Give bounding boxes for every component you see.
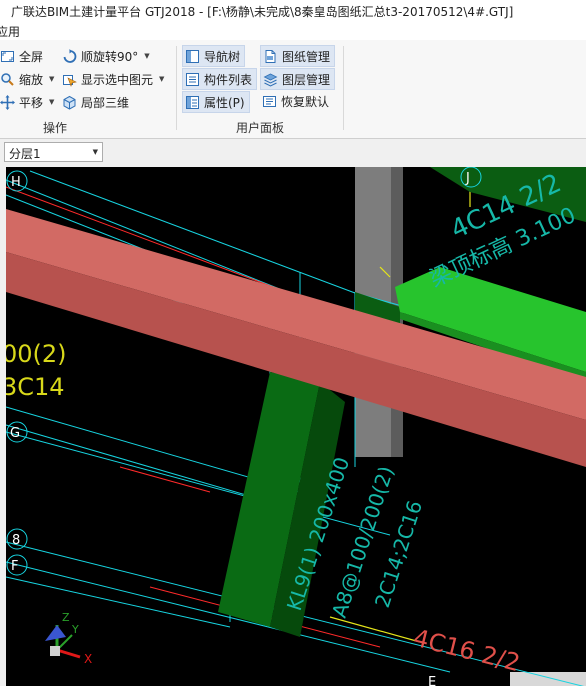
- properties-icon: [185, 95, 200, 110]
- component-list-button[interactable]: 构件列表: [182, 68, 258, 90]
- local-3d-label: 局部三维: [81, 95, 130, 110]
- ribbon: 全屏 顺旋转90° ▼ 缩放 ▼ 显示选中图元 ▼ 平移 ▼ 局部三维 操作 导…: [0, 40, 586, 139]
- menu-bar: 应用: [0, 22, 586, 41]
- fullscreen-button[interactable]: 全屏: [0, 46, 43, 66]
- cad-viewport[interactable]: H J G 8 F E 4C14 2/2 梁顶标高 3.100 00(2) 3C…: [0, 167, 586, 686]
- axis-label-f: F: [11, 559, 18, 574]
- properties-button[interactable]: 属性(P): [182, 91, 250, 113]
- rotate-icon: [62, 48, 77, 64]
- layer-select-value: 分层1: [9, 147, 41, 161]
- axis-label-e: E: [428, 675, 436, 686]
- fullscreen-icon: [0, 49, 15, 64]
- group-label-user-panel: 用户面板: [236, 121, 285, 135]
- drawing-doc-icon: [263, 49, 278, 64]
- nav-tree-button[interactable]: 导航树: [182, 45, 246, 67]
- rotate-90-label: 顺旋转90°: [81, 49, 139, 64]
- drawing-management-label: 图纸管理: [282, 49, 331, 64]
- show-selected-icon: [62, 72, 77, 87]
- layers-icon: [263, 72, 278, 87]
- axis-label-8: 8: [12, 533, 20, 548]
- menu-item-application[interactable]: 应用: [0, 23, 20, 40]
- fullscreen-label: 全屏: [19, 49, 44, 64]
- zoom-button[interactable]: 缩放 ▼: [0, 69, 54, 89]
- layer-toolbar: 分层1 ▼: [0, 139, 586, 167]
- group-separator: [176, 46, 177, 130]
- pan-button[interactable]: 平移 ▼: [0, 92, 54, 112]
- window-title: 广联达BIM土建计量平台 GTJ2018 - [F:\杨静\未完成\8秦皇岛图纸…: [11, 5, 514, 19]
- show-selected-label: 显示选中图元: [81, 72, 154, 87]
- local-3d-button[interactable]: 局部三维: [62, 92, 129, 112]
- annotation-left-1: 00(2): [2, 340, 67, 368]
- component-list-label: 构件列表: [204, 72, 253, 87]
- axis-gizmo-z: Z: [62, 611, 70, 624]
- restore-icon: [262, 94, 277, 109]
- show-selected-button[interactable]: 显示选中图元 ▼: [62, 69, 164, 89]
- layer-management-button[interactable]: 图层管理: [260, 68, 336, 90]
- cube-3d-icon: [62, 95, 77, 110]
- axis-label-g: G: [10, 426, 20, 441]
- zoom-icon: [0, 72, 15, 87]
- axis-label-h: H: [11, 175, 21, 190]
- pan-label: 平移: [19, 95, 44, 110]
- layer-management-label: 图层管理: [282, 72, 331, 87]
- viewport-canvas[interactable]: H J G 8 F E 4C14 2/2 梁顶标高 3.100 00(2) 3C…: [0, 167, 586, 686]
- axis-gizmo-x: X: [84, 652, 92, 666]
- nav-tree-label: 导航树: [204, 49, 241, 64]
- component-list-icon: [185, 72, 200, 87]
- axes-gizmo: Z Y X: [45, 611, 92, 666]
- nav-tree-icon: [185, 49, 200, 64]
- properties-label: 属性(P): [204, 95, 245, 110]
- chevron-down-icon: ▼: [144, 52, 150, 60]
- group-label-operations: 操作: [43, 121, 68, 135]
- annotation-rebar-bottom: 4C16 2/2: [411, 624, 523, 677]
- annotation-left-2: 3C14: [2, 373, 65, 401]
- chevron-down-icon: ▼: [49, 98, 55, 106]
- chevron-down-icon: ▼: [159, 75, 165, 83]
- layer-select[interactable]: 分层1 ▼: [4, 142, 103, 162]
- rotate-90-button[interactable]: 顺旋转90° ▼: [62, 46, 150, 66]
- title-bar: 广联达BIM土建计量平台 GTJ2018 - [F:\杨静\未完成\8秦皇岛图纸…: [0, 0, 586, 22]
- drawing-management-button[interactable]: 图纸管理: [260, 45, 336, 67]
- axis-label-j: J: [465, 171, 470, 186]
- axis-gizmo-y: Y: [71, 623, 79, 636]
- chevron-down-icon: ▼: [92, 148, 98, 156]
- restore-default-label: 恢复默认: [281, 94, 330, 109]
- zoom-label: 缩放: [19, 72, 44, 87]
- chevron-down-icon: ▼: [49, 75, 55, 83]
- viewport-left-border: [0, 167, 6, 686]
- pan-icon: [0, 94, 15, 110]
- restore-default-button[interactable]: 恢复默认: [262, 91, 329, 111]
- group-separator: [343, 46, 344, 130]
